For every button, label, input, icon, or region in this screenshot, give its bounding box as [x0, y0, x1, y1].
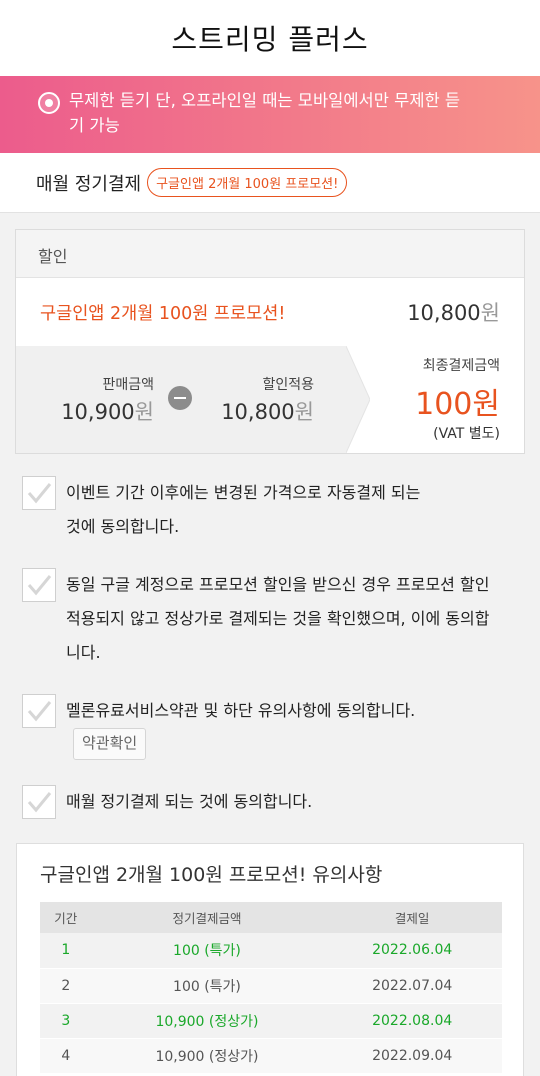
agreement-checkbox[interactable]	[22, 694, 56, 728]
agreement-checkbox[interactable]	[22, 568, 56, 602]
agreement-text: 이벤트 기간 이후에는 변경된 가격으로 자동결제 되는 것에 동의합니다.	[66, 476, 420, 544]
minus-icon	[168, 386, 192, 410]
terms-view-button[interactable]: 약관확인	[73, 728, 147, 760]
plan-label: 매월 정기결제	[36, 173, 142, 195]
discount-header: 할인	[16, 230, 524, 278]
applied-amount: 10,800	[221, 400, 295, 424]
plan-row: 매월 정기결제 구글인앱 2개월 100원 프로모션!	[0, 153, 540, 213]
sale-price-value: 10,900원	[61, 396, 154, 426]
promo-badge: 구글인앱 2개월 100원 프로모션!	[147, 168, 348, 197]
amount-cell: 100 (특가)	[91, 933, 323, 969]
period-cell: 3	[40, 1003, 92, 1039]
check-icon	[27, 483, 52, 504]
agreement-line: 니다.	[66, 643, 101, 662]
period-cell: 4	[40, 1038, 92, 1074]
chevron-divider-icon	[346, 346, 370, 453]
won-unit: 원	[294, 400, 314, 424]
amount-header: 정기결제금액	[91, 902, 323, 933]
discount-applied-label: 할인적용	[262, 377, 314, 393]
agreement-line: 적용되지 않고 정상가로 결제되는 것을 확인했으며, 이에 동의합	[66, 609, 490, 628]
period-cell: 1	[40, 933, 92, 969]
date-cell: 2022.09.04	[322, 1038, 502, 1074]
agreement-same-account[interactable]: 동일 구글 계정으로 프로모션 할인을 받으신 경우 프로모션 할인 적용되지 …	[22, 568, 489, 670]
period-cell: 2	[40, 968, 92, 1004]
date-cell: 2022.07.04	[322, 968, 502, 1004]
disc-icon	[38, 92, 60, 114]
discount-promo-amount: 10,800원	[407, 297, 500, 327]
date-header: 결제일	[322, 902, 502, 933]
agreement-checkbox[interactable]	[22, 785, 56, 819]
discount-applied: 할인적용 10,800원	[221, 374, 314, 426]
final-price-label: 최종결제금액	[422, 358, 500, 374]
agreement-line: 이벤트 기간 이후에는 변경된 가격으로 자동결제 되는	[66, 483, 421, 502]
period-header: 기간	[40, 902, 92, 933]
agreement-line: 멜론유료서비스약관 및 하단 유의사항에 동의합니다.	[66, 701, 416, 720]
amount-cell: 10,900 (정상가)	[91, 1038, 323, 1074]
amount-cell: 10,900 (정상가)	[91, 1003, 323, 1039]
won-unit: 원	[480, 301, 500, 325]
date-cell: 2022.08.04	[322, 1003, 502, 1039]
final-price-amount: 100원	[415, 387, 500, 422]
discount-box: 할인 구글인앱 2개월 100원 프로모션! 10,800원 판매금액 10,9…	[15, 229, 525, 454]
app-header: 스트리밍 플러스	[0, 0, 540, 76]
table-row: 3 10,900 (정상가) 2022.08.04	[40, 1003, 502, 1039]
table-header-row: 기간 정기결제금액 결제일	[40, 902, 502, 933]
caution-title: 구글인앱 2개월 100원 프로모션! 유의사항	[40, 864, 383, 886]
table-row: 1 100 (특가) 2022.06.04	[40, 933, 502, 969]
discount-applied-value: 10,800원	[221, 396, 314, 426]
agreement-line: 동일 구글 계정으로 프로모션 할인을 받으신 경우 프로모션 할인	[66, 575, 490, 594]
agreement-checkbox[interactable]	[22, 476, 56, 510]
check-icon	[27, 701, 52, 722]
amount-cell: 100 (특가)	[91, 968, 323, 1004]
check-icon	[27, 792, 52, 813]
discount-promo-value: 10,800	[407, 301, 481, 325]
page-title: 스트리밍 플러스	[171, 23, 369, 56]
table-row: 2 100 (특가) 2022.07.04	[40, 968, 502, 1004]
sale-amount: 10,900	[61, 400, 135, 424]
billing-schedule-table: 기간 정기결제금액 결제일 1 100 (특가) 2022.06.04 2 10…	[40, 902, 502, 1074]
discount-promo-row: 구글인앱 2개월 100원 프로모션! 10,800원	[16, 278, 524, 346]
agreement-monthly[interactable]: 매월 정기결제 되는 것에 동의합니다.	[22, 785, 312, 819]
notice-text: 무제한 듣기 단, 오프라인일 때는 모바일에서만 무제한 듣기 가능	[69, 91, 461, 135]
price-calculation: 판매금액 10,900원 할인적용 10,800원 최종결제금액 100원 (V…	[16, 346, 524, 453]
check-icon	[27, 575, 52, 596]
date-cell: 2022.06.04	[322, 933, 502, 969]
sale-price: 판매금액 10,900원	[61, 374, 154, 426]
agreement-terms[interactable]: 멜론유료서비스약관 및 하단 유의사항에 동의합니다.	[22, 694, 415, 728]
caution-box: 구글인앱 2개월 100원 프로모션! 유의사항 기간 정기결제금액 결제일 1…	[16, 843, 524, 1076]
agreement-text: 동일 구글 계정으로 프로모션 할인을 받으신 경우 프로모션 할인 적용되지 …	[66, 568, 489, 670]
table-row: 4 10,900 (정상가) 2022.09.04	[40, 1038, 502, 1074]
discount-promo-name: 구글인앱 2개월 100원 프로모션!	[40, 303, 286, 324]
agreement-auto-renewal[interactable]: 이벤트 기간 이후에는 변경된 가격으로 자동결제 되는 것에 동의합니다.	[22, 476, 420, 544]
agreement-text: 매월 정기결제 되는 것에 동의합니다.	[66, 785, 312, 819]
vat-note: (VAT 별도)	[433, 426, 500, 442]
notice-banner: 무제한 듣기 단, 오프라인일 때는 모바일에서만 무제한 듣기 가능	[0, 76, 540, 153]
agreement-text: 멜론유료서비스약관 및 하단 유의사항에 동의합니다.	[66, 694, 415, 728]
agreement-line: 매월 정기결제 되는 것에 동의합니다.	[66, 792, 313, 811]
sale-price-label: 판매금액	[102, 377, 154, 393]
agreement-line: 것에 동의합니다.	[66, 517, 180, 536]
won-unit: 원	[134, 400, 154, 424]
